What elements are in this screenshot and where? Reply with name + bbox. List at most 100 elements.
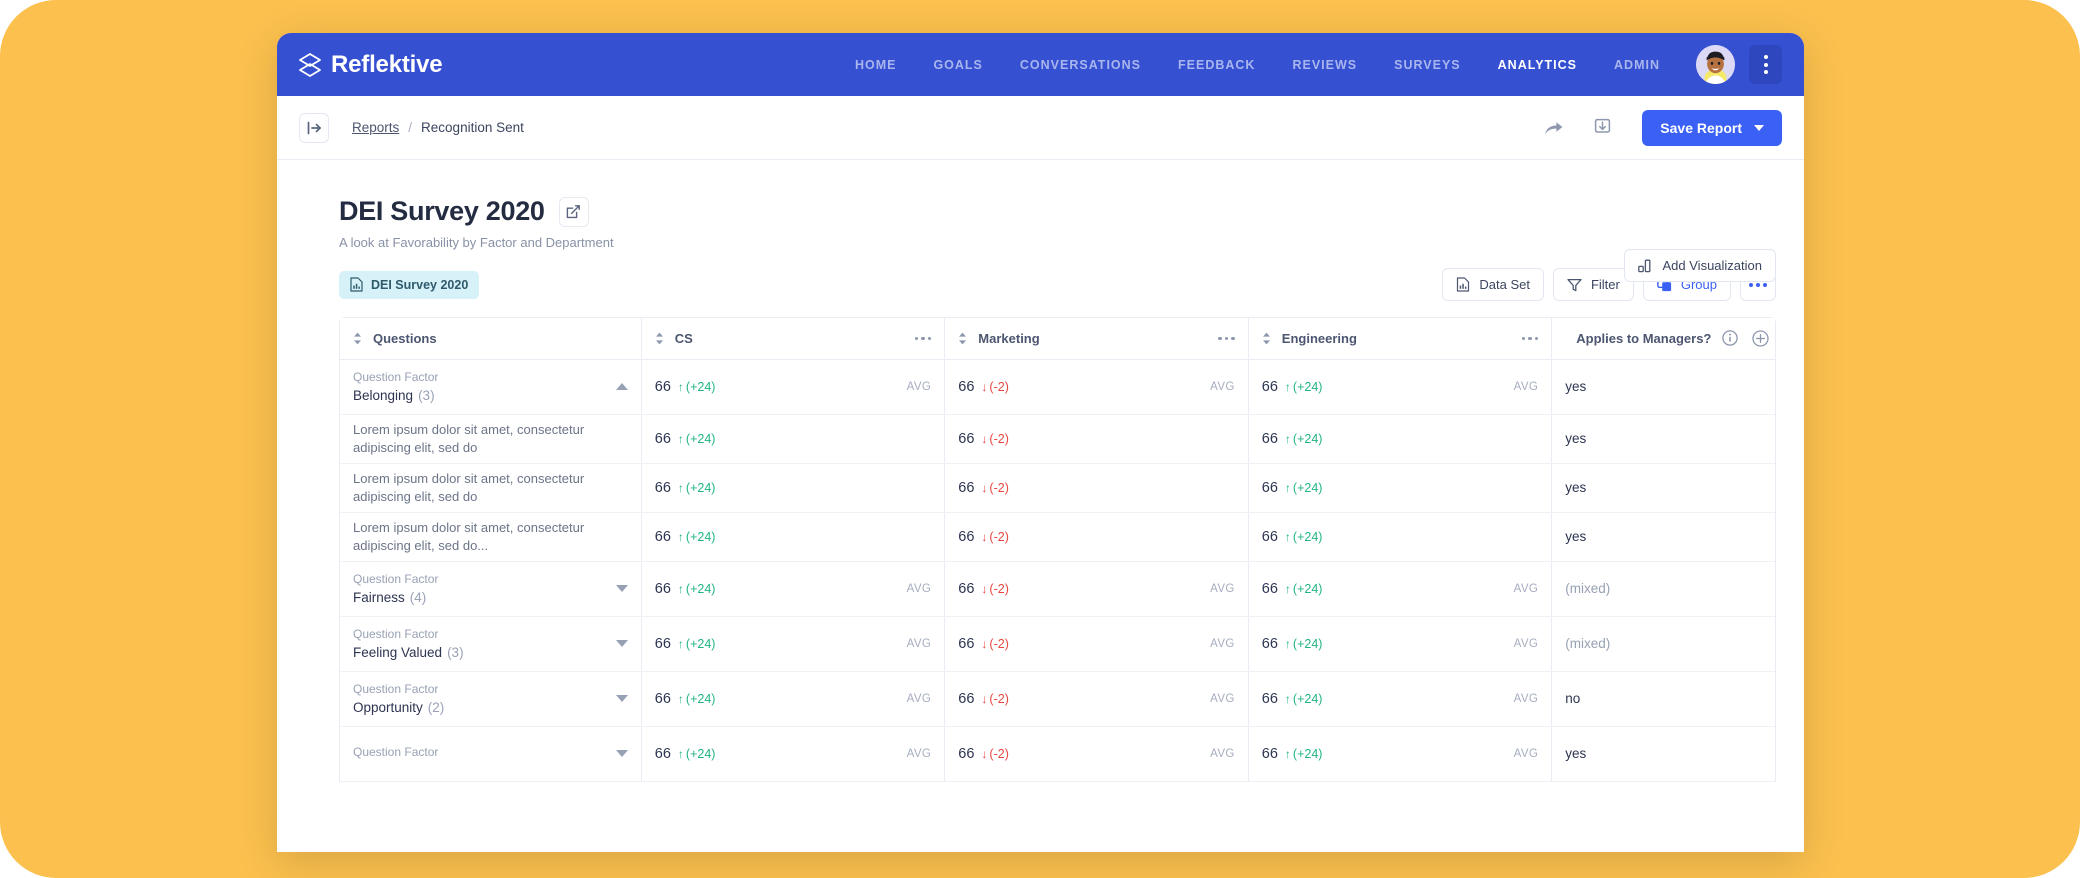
marketing-score-cell: 66 ↓ (-2) AVG (944, 726, 1249, 782)
score-delta: ↑ (+24) (677, 581, 716, 596)
dot (1521, 336, 1526, 340)
dot (1763, 282, 1767, 287)
question-cell-inner: Lorem ipsum dolor sit amet, consectetur … (353, 519, 628, 554)
question-cell: Question Factor Fairness (4) (340, 561, 642, 617)
arrow-up-icon: ↑ (1284, 691, 1291, 706)
score-wrapper: 66 ↑ (+24) AVG (655, 691, 932, 707)
data-set-button[interactable]: Data Set (1442, 268, 1544, 301)
score-delta: ↑ (+24) (677, 431, 716, 446)
edit-title-button[interactable] (558, 196, 589, 227)
score-wrapper: 66 ↑ (+24) AVG (655, 636, 932, 652)
engineering-score-cell: 66 ↑ (+24) AVG (1248, 726, 1553, 782)
score-value: 66 (654, 430, 671, 447)
dataset-chip[interactable]: DEI Survey 2020 (339, 270, 480, 299)
column-header-engineering[interactable]: Engineering (1248, 318, 1553, 360)
cs-score-cell: 66 ↑ (+24) AVG (641, 671, 946, 727)
score-value: 66 (958, 430, 975, 447)
factor-name: Fairness (4) (353, 590, 427, 605)
column-menu-icon[interactable] (1521, 336, 1539, 340)
applies-to-managers-cell: yes (1551, 512, 1775, 562)
breadcrumb-link-reports[interactable]: Reports (352, 120, 399, 135)
score-value: 66 (958, 528, 975, 545)
factor-kind-label: Question Factor (353, 627, 439, 641)
score-delta: ↓ (-2) (981, 480, 1009, 495)
nav-overflow-menu-icon[interactable] (1749, 45, 1782, 84)
expand-group-icon[interactable] (615, 695, 628, 702)
question-cell: Lorem ipsum dolor sit amet, consectetur … (340, 463, 642, 513)
arrow-up-icon: ↑ (1284, 746, 1291, 761)
add-column-icon[interactable] (1752, 330, 1770, 347)
score-value: 66 (1261, 690, 1278, 707)
arrow-up-icon: ↑ (1284, 431, 1291, 446)
table-group-row[interactable]: Question Factor Fairness (4) 66 ↑ (+24) AVG 66 ↓… (340, 561, 1775, 617)
breadcrumb: Reports / Recognition Sent (352, 120, 524, 135)
toggle-side-panel-icon[interactable] (299, 112, 329, 143)
column-menu-icon[interactable] (914, 336, 932, 340)
column-header-questions[interactable]: Questions (340, 318, 642, 360)
nav-item-home[interactable]: HOME (855, 58, 897, 72)
cs-score-cell: 66 ↑ (+24) (641, 512, 946, 562)
score-delta: ↑ (+24) (1284, 691, 1323, 706)
score-wrapper: 66 ↓ (-2) AVG (958, 379, 1235, 395)
brand-logo[interactable]: Reflektive (299, 51, 443, 79)
column-header-applies-to-managers[interactable]: Applies to Managers? (1551, 318, 1775, 360)
table-row[interactable]: Lorem ipsum dolor sit amet, consectetur … (340, 463, 1775, 513)
table-group-row[interactable]: Question Factor Opportunity (2) 66 ↑ (+24) AVG… (340, 671, 1775, 727)
column-menu-icon[interactable] (1218, 336, 1235, 340)
score-wrapper: 66 ↑ (+24) AVG (1262, 636, 1539, 652)
table-group-row[interactable]: Question Factor Feeling Valued (3) 66 ↑ (+24)… (340, 616, 1775, 672)
avg-label: AVG (906, 692, 932, 705)
share-icon[interactable] (1540, 115, 1566, 141)
filter-button[interactable]: Filter (1552, 268, 1634, 301)
engineering-score-cell: 66 ↑ (+24) AVG (1248, 561, 1553, 617)
save-report-button[interactable]: Save Report (1642, 109, 1782, 146)
factor-block: Question Factor Opportunity (2) (353, 682, 444, 715)
arrow-up-icon: ↑ (677, 691, 684, 706)
score-wrapper: 66 ↓ (-2) AVG (958, 691, 1235, 707)
avg-label: AVG (906, 747, 932, 760)
collapse-group-icon[interactable] (615, 383, 628, 390)
nav-item-admin[interactable]: ADMIN (1614, 58, 1660, 72)
dot (914, 336, 919, 340)
nav-item-analytics[interactable]: ANALYTICS (1498, 58, 1577, 72)
sort-icon (959, 332, 967, 345)
applies-to-managers-cell: yes (1551, 414, 1775, 464)
engineering-score-cell: 66 ↑ (+24) (1248, 414, 1553, 464)
arrow-up-icon: ↑ (677, 529, 684, 544)
column-header-marketing[interactable]: Marketing (944, 318, 1249, 360)
report-document-icon (350, 277, 363, 292)
nav-item-reviews[interactable]: REVIEWS (1292, 58, 1357, 72)
table-group-row[interactable]: Question Factor 66 ↑ (+24) AVG 66 ↓ (-2) AVG 66 ↑(… (340, 726, 1775, 782)
expand-group-icon[interactable] (615, 750, 628, 757)
avatar[interactable] (1696, 45, 1735, 84)
applies-to-managers-cell: yes (1551, 359, 1775, 415)
add-visualization-button[interactable]: Add Visualization (1623, 249, 1776, 282)
applies-to-managers-value: yes (1565, 430, 1587, 446)
applies-to-managers-value: (mixed) (1565, 580, 1611, 596)
score-value: 66 (958, 378, 975, 395)
engineering-score-cell: 66 ↑ (+24) (1248, 463, 1553, 513)
table-row[interactable]: Lorem ipsum dolor sit amet, consectetur … (340, 512, 1775, 562)
table-group-row[interactable]: Question Factor Belonging (3) 66 ↑ (+24) AVG 66… (340, 359, 1775, 415)
score-value: 66 (1261, 745, 1278, 762)
info-icon[interactable] (1722, 330, 1739, 346)
question-text: Lorem ipsum dolor sit amet, consectetur … (353, 520, 585, 553)
dot (927, 336, 932, 340)
score-value: 66 (958, 690, 975, 707)
score-delta: ↓ (-2) (981, 691, 1009, 706)
score-delta: ↑ (+24) (677, 379, 716, 394)
engineering-score-cell: 66 ↑ (+24) AVG (1248, 671, 1553, 727)
nav-item-goals[interactable]: GOALS (933, 58, 982, 72)
nav-item-surveys[interactable]: SURVEYS (1394, 58, 1461, 72)
score-delta: ↓ (-2) (981, 581, 1009, 596)
expand-group-icon[interactable] (615, 585, 628, 592)
data-set-label: Data Set (1479, 277, 1530, 292)
nav-item-feedback[interactable]: FEEDBACK (1178, 58, 1255, 72)
cs-score-cell: 66 ↑ (+24) AVG (641, 359, 946, 415)
column-header-cs[interactable]: CS (641, 318, 946, 360)
table-row[interactable]: Lorem ipsum dolor sit amet, consectetur … (340, 414, 1775, 464)
download-icon[interactable] (1589, 115, 1615, 141)
nav-item-conversations[interactable]: CONVERSATIONS (1020, 58, 1141, 72)
expand-group-icon[interactable] (615, 640, 628, 647)
edit-pencil-icon (566, 205, 581, 219)
